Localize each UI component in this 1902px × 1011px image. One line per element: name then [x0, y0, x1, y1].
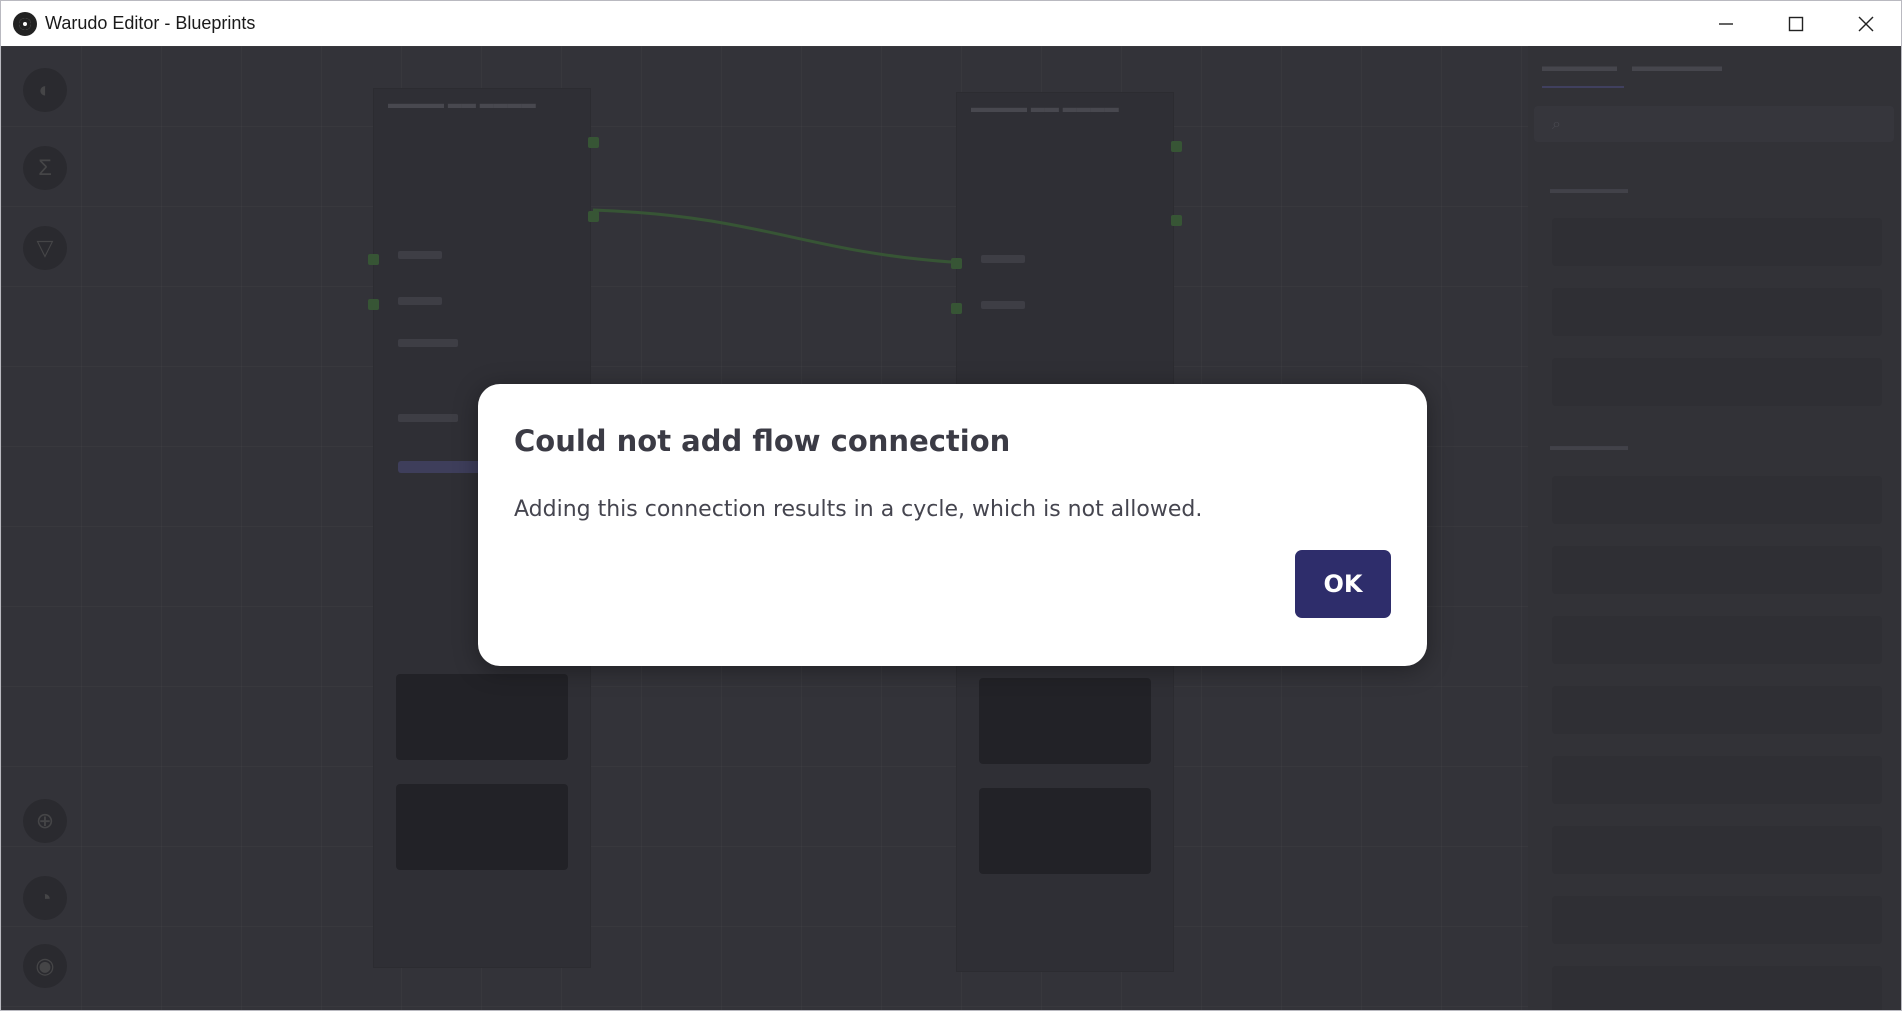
- window-title: Warudo Editor - Blueprints: [45, 13, 256, 33]
- ok-button[interactable]: OK: [1295, 550, 1391, 618]
- close-button[interactable]: [1831, 1, 1901, 46]
- dialog-title: Could not add flow connection: [514, 424, 1011, 458]
- title-bar: Warudo Editor - Blueprints: [1, 1, 1901, 46]
- maximize-button[interactable]: [1761, 1, 1831, 46]
- minimize-button[interactable]: [1691, 1, 1761, 46]
- warudo-editor-window: Warudo Editor - Blueprints ◐ Σ ▽ ⊕ ◔ ◉ ▬…: [0, 0, 1902, 1011]
- warudo-app-icon: [13, 11, 37, 36]
- minimize-icon: [1719, 22, 1733, 25]
- maximize-icon: [1788, 16, 1804, 31]
- error-dialog: Could not add flow connection Adding thi…: [478, 384, 1427, 666]
- close-icon: [1858, 16, 1874, 31]
- window-controls: [1691, 1, 1901, 46]
- dialog-message: Adding this connection results in a cycl…: [514, 497, 1203, 522]
